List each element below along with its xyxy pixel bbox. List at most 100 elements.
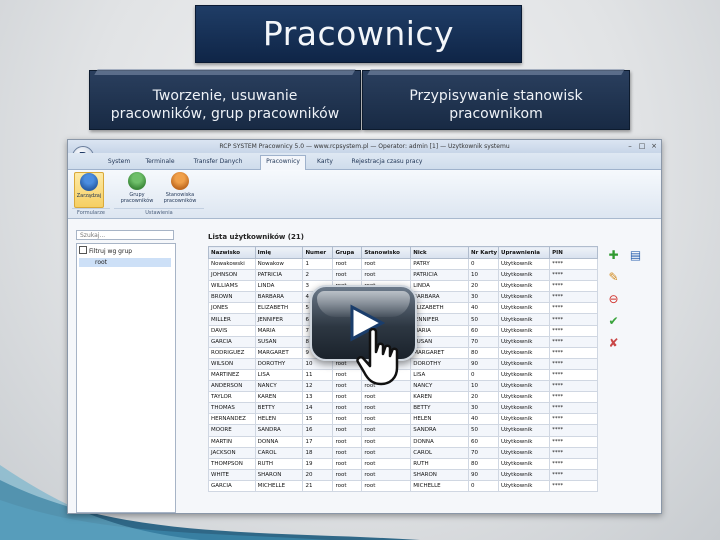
- employee-positions-button[interactable]: Stanowiska pracowników: [160, 172, 200, 206]
- table-cell: 20: [468, 280, 500, 293]
- table-row[interactable]: TAYLOR KAREN 13 root root KAREN 20 Użytkownik **…: [208, 391, 598, 404]
- tab-transfer-danych[interactable]: Transfer Danych: [186, 156, 250, 168]
- edit-icon[interactable]: ✎: [606, 270, 621, 285]
- table-cell: SHARON: [254, 468, 304, 481]
- table-cell: Użytkownik: [498, 479, 551, 492]
- table-cell: 0: [468, 368, 500, 382]
- table-row[interactable]: JOHNSON PATRICIA 2 root root PATRICIA 10 Użytko…: [208, 269, 598, 282]
- table-cell: Użytkownik: [498, 446, 551, 459]
- ribbon-tabs: System Terminale Transfer Danych Pracown…: [68, 153, 661, 170]
- table-cell: root: [332, 257, 363, 271]
- column-header[interactable]: PIN: [549, 246, 598, 259]
- minimize-icon[interactable]: –: [625, 142, 635, 150]
- column-header[interactable]: Numer: [302, 246, 334, 259]
- table-cell: TAYLOR: [208, 391, 256, 404]
- table-cell: ****: [549, 479, 598, 492]
- table-cell: BARBARA: [254, 291, 304, 304]
- tab-rejestracja[interactable]: Rejestracja czasu pracy: [346, 156, 428, 168]
- table-cell: Nowakow: [254, 257, 304, 271]
- export-icon[interactable]: ▤: [628, 248, 643, 263]
- table-cell: root: [332, 479, 363, 492]
- column-header[interactable]: Uprawnienia: [498, 246, 551, 259]
- manage-button[interactable]: Zarządzaj: [74, 172, 104, 208]
- table-cell: MARIA: [254, 324, 304, 337]
- table-cell: WILSON: [208, 357, 256, 370]
- table-cell: root: [332, 468, 363, 481]
- table-cell: 18: [302, 446, 334, 459]
- table-cell: Użytkownik: [498, 291, 551, 304]
- cancel-icon[interactable]: ✘: [606, 336, 621, 351]
- ribbon-group-forms: Formularze: [72, 208, 110, 218]
- column-header[interactable]: Stanowisko: [361, 246, 412, 259]
- slide-title: Pracownicy: [262, 14, 455, 53]
- close-icon[interactable]: ×: [649, 142, 659, 150]
- tree-item-root[interactable]: root: [79, 258, 171, 267]
- table-cell: DAVIS: [208, 324, 256, 337]
- table-cell: PATRICIA: [254, 269, 304, 282]
- column-header[interactable]: Nr Karty: [468, 246, 500, 259]
- table-cell: Użytkownik: [498, 269, 551, 282]
- table-cell: MOORE: [208, 424, 256, 437]
- table-cell: Użytkownik: [498, 391, 551, 404]
- table-row[interactable]: THOMPSON RUTH 19 root root RUTH 80 Użytkownik **…: [208, 457, 598, 470]
- search-input[interactable]: Szukaj...: [76, 230, 174, 240]
- table-cell: Użytkownik: [498, 424, 551, 437]
- table-cell: JENNIFER: [410, 313, 470, 326]
- table-cell: root: [361, 424, 412, 437]
- table-cell: RUTH: [410, 457, 470, 470]
- caption-line: pracowników, grup pracowników: [110, 106, 340, 122]
- table-cell: root: [361, 468, 412, 481]
- tab-pracownicy[interactable]: Pracownicy: [260, 155, 306, 170]
- table-cell: Użytkownik: [498, 457, 551, 470]
- group-tree-panel: Filtruj wg grup root: [76, 243, 176, 513]
- filter-checkbox[interactable]: [79, 246, 87, 254]
- table-row[interactable]: MARTIN DONNA 17 root root DONNA 60 Użytkownik **…: [208, 435, 598, 448]
- table-row[interactable]: HERNANDEZ HELEN 15 root root HELEN 40 Użytkowni…: [208, 413, 598, 426]
- table-cell: Użytkownik: [498, 324, 551, 337]
- table-row[interactable]: THOMAS BETTY 14 root root BETTY 30 Użytkownik **…: [208, 402, 598, 415]
- table-row[interactable]: MOORE SANDRA 16 root root SANDRA 50 Użytkownik *…: [208, 424, 598, 437]
- tab-system[interactable]: System: [102, 156, 136, 168]
- table-cell: RODRIGUEZ: [208, 346, 256, 359]
- table-row[interactable]: GARCIA MICHELLE 21 root root MICHELLE 0 Użytkow…: [208, 479, 598, 492]
- table-cell: 10: [468, 269, 500, 282]
- table-cell: 30: [468, 291, 500, 304]
- table-cell: SHARON: [410, 468, 470, 481]
- hand-cursor-icon: [356, 328, 399, 386]
- tab-karty[interactable]: Karty: [310, 156, 340, 168]
- employee-groups-button[interactable]: Grupy pracowników: [120, 172, 154, 206]
- table-cell: SUSAN: [254, 335, 304, 348]
- table-cell: MILLER: [208, 313, 256, 326]
- caption-assign-positions: Przypisywanie stanowisk pracownikom: [362, 69, 630, 130]
- column-header[interactable]: Imię: [254, 246, 304, 259]
- table-cell: 60: [468, 435, 500, 448]
- table-cell: 14: [302, 402, 334, 415]
- ribbon: Zarządzaj Grupy pracowników Stanowiska p…: [68, 170, 661, 219]
- table-cell: 30: [468, 402, 500, 415]
- table-row[interactable]: Nowakowski Nowakow 1 root root PATRY 0 Użytkown…: [208, 257, 598, 271]
- column-header[interactable]: Nazwisko: [208, 246, 256, 259]
- table-cell: LISA: [254, 368, 304, 382]
- table-cell: 80: [468, 346, 500, 359]
- maximize-icon[interactable]: □: [637, 142, 647, 150]
- tab-terminale[interactable]: Terminale: [140, 156, 180, 168]
- table-cell: ****: [549, 424, 598, 437]
- delete-icon[interactable]: ⊖: [606, 292, 621, 307]
- table-row[interactable]: WHITE SHARON 20 root root SHARON 90 Użytkownik *…: [208, 468, 598, 481]
- check-icon[interactable]: ✔: [606, 314, 621, 329]
- table-cell: BROWN: [208, 291, 256, 304]
- table-cell: ****: [549, 280, 598, 293]
- column-header[interactable]: Nick: [410, 246, 470, 259]
- table-row[interactable]: JACKSON CAROL 18 root root CAROL 70 Użytkownik *…: [208, 446, 598, 459]
- table-cell: KAREN: [410, 391, 470, 404]
- add-icon[interactable]: ✚: [606, 248, 621, 263]
- table-cell: Użytkownik: [498, 346, 551, 359]
- table-cell: ****: [549, 357, 598, 370]
- table-cell: JACKSON: [208, 446, 256, 459]
- table-cell: Użytkownik: [498, 402, 551, 415]
- table-cell: 15: [302, 413, 334, 426]
- column-header[interactable]: Grupa: [332, 246, 363, 259]
- table-cell: GARCIA: [208, 335, 256, 348]
- group-filter[interactable]: Filtruj wg grup: [79, 246, 132, 256]
- table-cell: Użytkownik: [498, 280, 551, 293]
